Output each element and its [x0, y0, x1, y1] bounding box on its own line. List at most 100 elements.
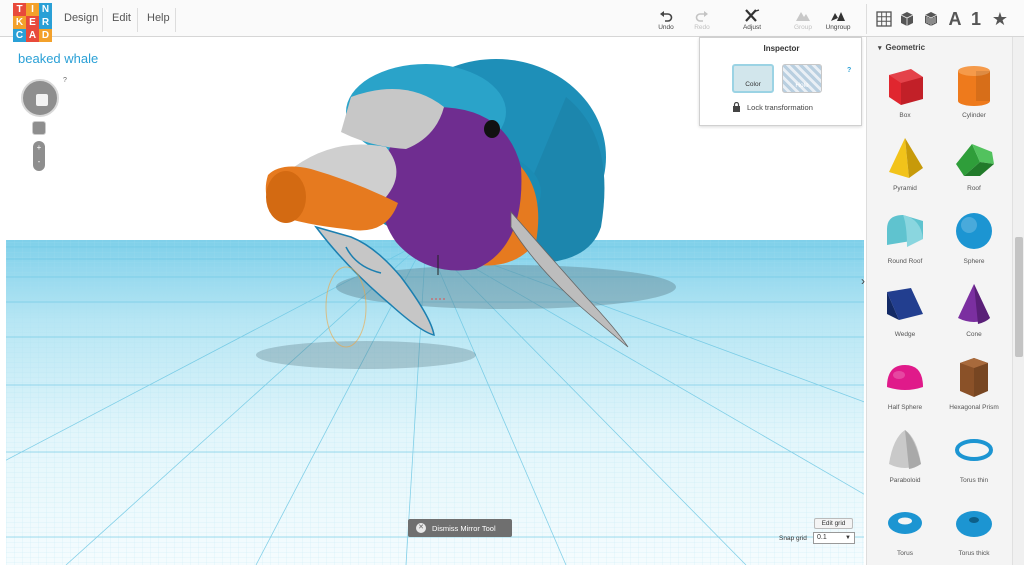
menu-edit[interactable]: Edit — [112, 12, 131, 24]
adjust-button[interactable]: Adjust — [732, 9, 772, 31]
tinkercad-logo[interactable]: TINKERCAD — [13, 3, 53, 42]
shape-label: Paraboloid — [889, 477, 921, 484]
shape-label: Sphere — [963, 258, 985, 265]
chevron-down-icon: ▼ — [845, 535, 851, 541]
view-orbit-control[interactable] — [21, 79, 59, 117]
tinkercad-app: Design Edit Help Undo Redo Adjust Group … — [0, 0, 1024, 565]
logo-letter: K — [13, 16, 26, 29]
group-label: Group — [793, 24, 813, 31]
undo-icon — [660, 11, 673, 22]
shape-label: Cone — [966, 331, 982, 338]
number-tool-icon[interactable]: 1 — [968, 9, 984, 29]
lock-icon — [733, 102, 740, 112]
round-roof-icon — [870, 207, 940, 255]
shape-item-half-sphere[interactable]: Half Sphere — [870, 353, 940, 411]
hole-button-label: Hole — [795, 82, 809, 89]
shape-label: Round Roof — [887, 258, 923, 265]
lock-transformation-toggle[interactable]: Lock transformation — [732, 102, 813, 112]
shape-label: Box — [899, 112, 911, 119]
shape-item-torus-thin[interactable]: Torus thin — [939, 426, 1009, 484]
shape-item-cylinder[interactable]: Cylinder — [939, 61, 1009, 119]
edit-grid-button[interactable]: Edit grid — [814, 518, 853, 529]
pyramid-icon — [870, 134, 940, 182]
logo-letter: I — [26, 3, 39, 16]
menu-design[interactable]: Design — [64, 12, 98, 24]
lock-transformation-label: Lock transformation — [747, 102, 813, 112]
shape-label: Hexagonal Prism — [949, 404, 999, 411]
shape-item-pyramid[interactable]: Pyramid — [870, 134, 940, 192]
torus-thick-icon — [939, 499, 1009, 547]
ungroup-label: Ungroup — [825, 24, 851, 31]
undo-label: Undo — [658, 24, 674, 31]
shape-label: Half Sphere — [887, 404, 923, 411]
shape-label: Pyramid — [893, 185, 917, 192]
undo-button[interactable]: Undo — [646, 9, 686, 31]
logo-letter: N — [39, 3, 52, 16]
shapes-sidebar: ▾ Geometric Box Cylinder Pyramid Roof Round R… — [866, 37, 1012, 565]
favorites-star-icon[interactable]: ★ — [990, 9, 1010, 29]
shape-item-roof[interactable]: Roof — [939, 134, 1009, 192]
shape-label: Torus thick — [958, 550, 990, 557]
hole-button[interactable]: Hole — [782, 64, 822, 93]
box-view-icon[interactable] — [898, 9, 916, 29]
dismiss-mirror-tool-button[interactable]: ✕ Dismiss Mirror Tool — [408, 519, 512, 537]
top-toolbar: Design Edit Help Undo Redo Adjust Group … — [0, 0, 1024, 37]
snap-grid-value: 0.1 — [817, 534, 827, 541]
shape-item-sphere[interactable]: Sphere — [939, 207, 1009, 265]
group-button[interactable]: Group — [783, 9, 823, 31]
zoom-control[interactable]: + - — [33, 141, 45, 171]
zoom-out-button[interactable]: - — [33, 155, 45, 169]
inspector-help-link[interactable]: ? — [847, 67, 851, 74]
shape-label: Wedge — [894, 331, 916, 338]
color-button-label: Color — [745, 81, 761, 88]
shape-item-cone[interactable]: Cone — [939, 280, 1009, 338]
roof-icon — [939, 134, 1009, 182]
snap-grid-select[interactable]: 0.1 ▼ — [813, 532, 855, 544]
shape-item-torus-thick[interactable]: Torus thick — [939, 499, 1009, 557]
view-help-link[interactable]: ? — [63, 77, 67, 84]
sidebar-scrollbar[interactable] — [1012, 37, 1024, 565]
ungroup-button[interactable]: Ungroup — [818, 9, 858, 31]
home-view-icon[interactable] — [36, 94, 48, 106]
group-icon — [796, 12, 810, 21]
text-tool-icon[interactable]: A — [946, 9, 964, 29]
shape-item-round-roof[interactable]: Round Roof — [870, 207, 940, 265]
inspector-panel: Inspector Color Hole ? Lock transformati… — [699, 37, 862, 126]
redo-button[interactable]: Redo — [682, 9, 722, 31]
menu-help[interactable]: Help — [147, 12, 170, 24]
logo-letter: E — [26, 16, 39, 29]
shape-item-hexagonal-prism[interactable]: Hexagonal Prism — [939, 353, 1009, 411]
ungroup-icon — [831, 12, 845, 21]
logo-letter: D — [39, 29, 52, 42]
shape-item-wedge[interactable]: Wedge — [870, 280, 940, 338]
scrollbar-thumb[interactable] — [1015, 237, 1023, 357]
color-button[interactable]: Color — [732, 64, 774, 93]
design-title[interactable]: beaked whale — [18, 51, 98, 66]
inspector-title: Inspector — [763, 44, 800, 53]
components-view-icon[interactable] — [922, 9, 940, 29]
logo-letter: R — [39, 16, 52, 29]
shape-item-paraboloid[interactable]: Paraboloid — [870, 426, 940, 484]
redo-label: Redo — [694, 24, 710, 31]
category-geometric[interactable]: ▾ Geometric — [878, 43, 925, 52]
wedge-icon — [870, 280, 940, 328]
grid-view-icon[interactable] — [875, 9, 893, 29]
shape-item-box[interactable]: Box — [870, 61, 940, 119]
hexagonal-prism-icon — [939, 353, 1009, 401]
zoom-in-button[interactable]: + — [33, 141, 45, 155]
adjust-icon — [745, 9, 760, 22]
logo-letter: A — [26, 29, 39, 42]
box-icon — [870, 61, 940, 109]
close-icon: ✕ — [416, 523, 426, 533]
cone-icon — [939, 280, 1009, 328]
shape-item-torus[interactable]: Torus — [870, 499, 940, 557]
category-label: Geometric — [885, 43, 926, 52]
collapse-sidebar-chevron-icon[interactable]: › — [861, 274, 869, 288]
logo-letter: C — [13, 29, 26, 42]
torus-icon — [870, 499, 940, 547]
half-sphere-icon — [870, 353, 940, 401]
logo-letter: T — [13, 3, 26, 16]
shape-label: Torus — [897, 550, 913, 557]
shape-label: Cylinder — [962, 112, 986, 119]
ortho-view-icon[interactable] — [32, 121, 46, 135]
